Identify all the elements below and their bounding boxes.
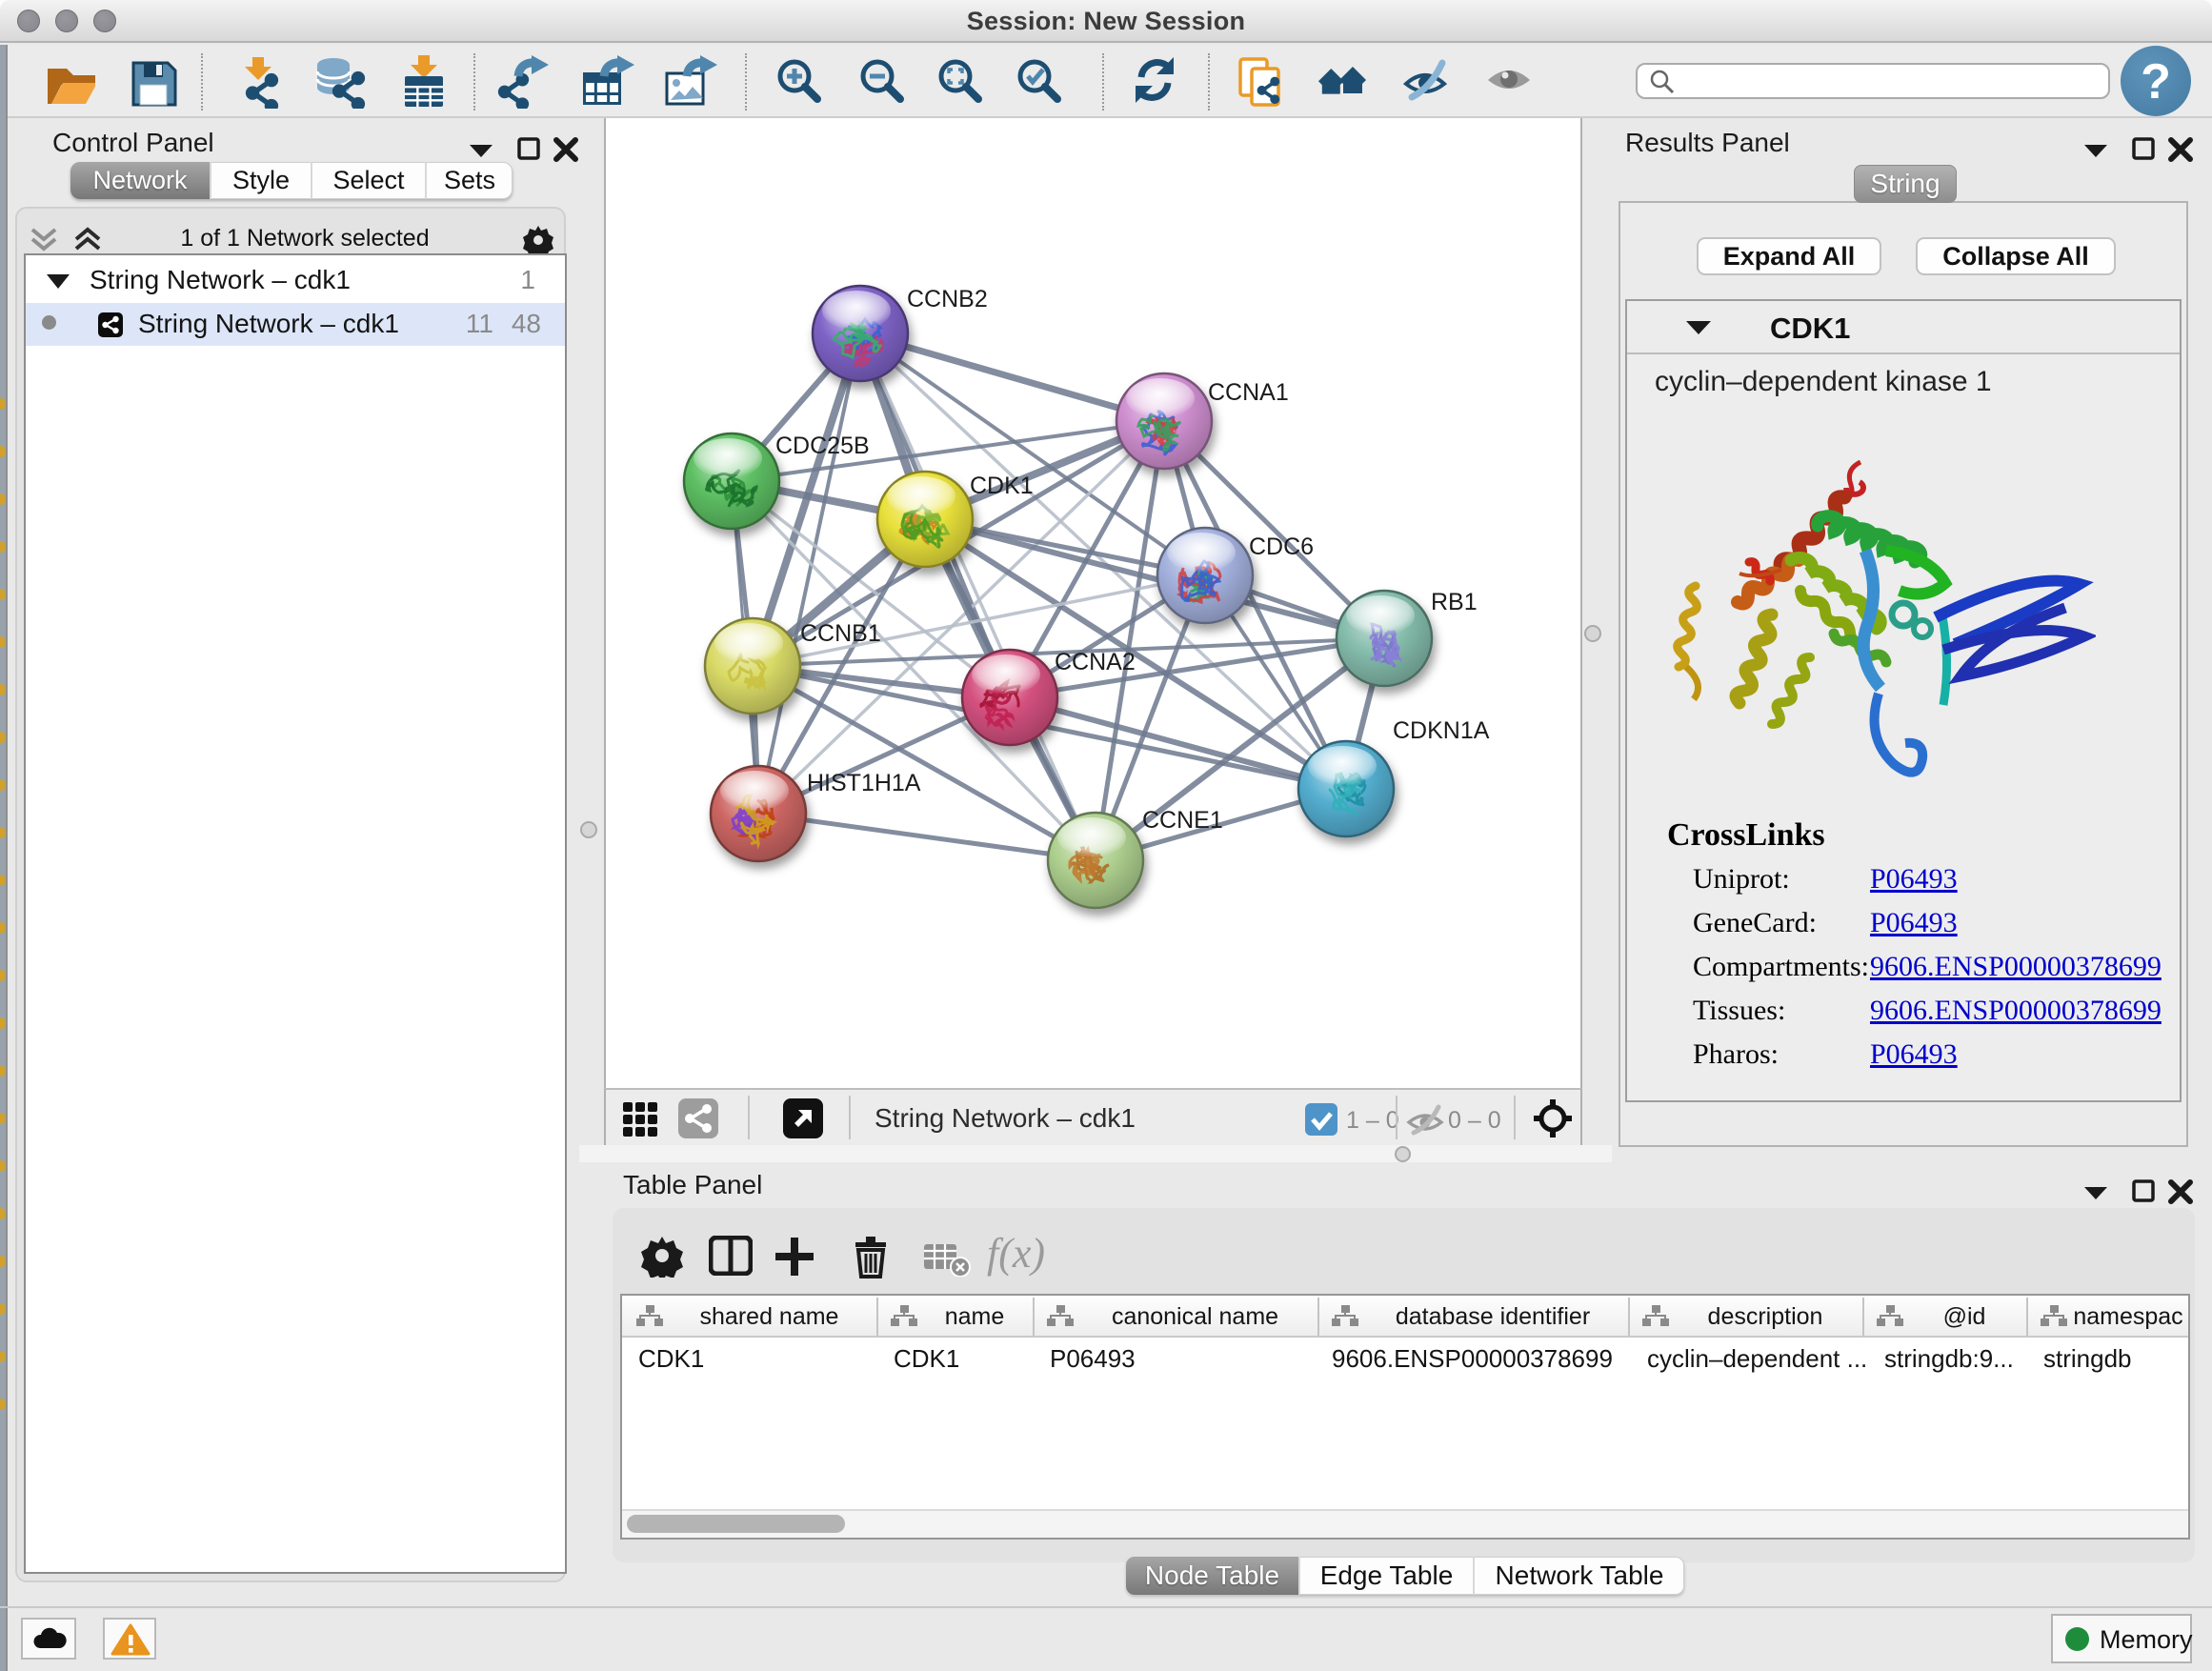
- svg-text:CCNA1: CCNA1: [1208, 379, 1289, 406]
- svg-text:RB1: RB1: [1431, 589, 1478, 615]
- svg-text:CDK1: CDK1: [970, 473, 1034, 499]
- svg-text:CCNE1: CCNE1: [1142, 807, 1223, 834]
- svg-text:CCNA2: CCNA2: [1055, 649, 1136, 675]
- svg-text:CCNB2: CCNB2: [907, 286, 988, 312]
- svg-text:CDKN1A: CDKN1A: [1393, 717, 1490, 744]
- svg-text:CCNB1: CCNB1: [800, 620, 881, 647]
- svg-text:HIST1H1A: HIST1H1A: [807, 770, 921, 796]
- svg-text:CDC25B: CDC25B: [775, 433, 870, 459]
- svg-text:CDC6: CDC6: [1249, 534, 1314, 560]
